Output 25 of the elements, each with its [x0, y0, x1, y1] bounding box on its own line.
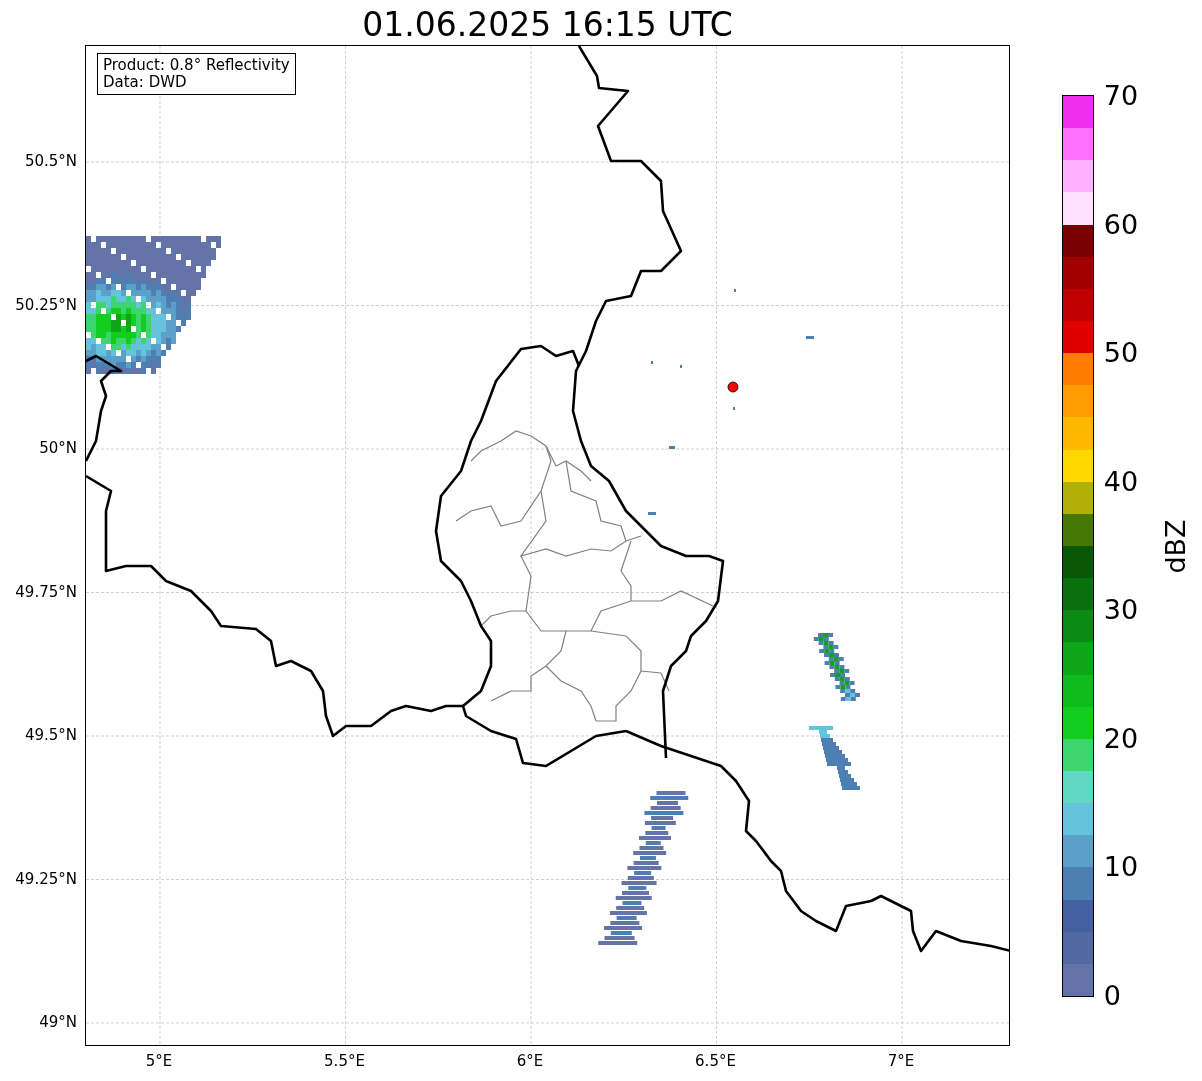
legend-text: Data: DWD — [103, 74, 188, 91]
colorbar-tick-label: 30 — [1103, 595, 1139, 626]
latitude-label: 50.5°N — [24, 152, 77, 170]
colorbar-tick-label: 20 — [1103, 723, 1139, 754]
legend-text: Product: 0.8° Reflectivity — [103, 57, 290, 74]
latitude-label: 49.25°N — [15, 869, 77, 888]
latitude-label: 50°N — [39, 439, 77, 457]
colorbar-tick-label: 60 — [1103, 209, 1139, 240]
colorbar-tick-label: 0 — [1103, 981, 1121, 1011]
colorbar-tick-label: 40 — [1103, 466, 1139, 497]
latitude-label: 49°N — [39, 1013, 77, 1031]
latitude-label: 50.25°N — [15, 295, 77, 314]
longitude-label: 5.5°E — [324, 1052, 365, 1070]
colorbar-tick-label: 10 — [1103, 852, 1139, 883]
latitude-label: 49.5°N — [24, 726, 77, 744]
colorbar-tick-label: 50 — [1103, 338, 1139, 369]
chart-title: 01.06.2025 16:15 UTC — [362, 5, 733, 45]
longitude-label: 6°E — [516, 1052, 544, 1070]
radar-site-marker — [727, 381, 739, 393]
latitude-label: 49.75°N — [15, 582, 77, 601]
longitude-label: 6.5°E — [695, 1052, 736, 1070]
colorbar-label: dBZ — [1159, 518, 1191, 574]
longitude-label: 7°E — [887, 1052, 915, 1070]
colorbar-tick-label: 70 — [1103, 81, 1139, 111]
longitude-label: 5°E — [145, 1052, 173, 1070]
